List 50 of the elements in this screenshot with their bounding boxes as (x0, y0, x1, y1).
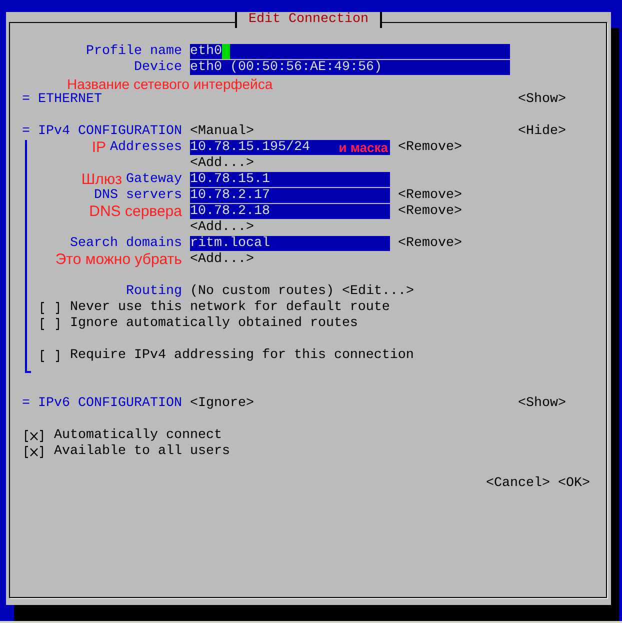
section-toggle-button[interactable]: <Show> (518, 92, 566, 108)
text-field[interactable]: ritm.local (190, 236, 390, 251)
checkbox[interactable] (25, 430, 43, 442)
text-field[interactable]: 10.78.2.18 (190, 204, 390, 219)
dialog-button[interactable]: <OK> (558, 476, 590, 492)
section-toggle-button[interactable]: <Hide> (518, 124, 566, 140)
mode-button[interactable]: <Ignore> (190, 396, 254, 412)
mode-button[interactable]: <Manual> (190, 124, 254, 140)
add-button[interactable]: <Add...> (190, 156, 254, 172)
field-label: Search domains (70, 236, 182, 252)
section-title: = ETHERNET (22, 92, 103, 108)
field-label: Device (134, 60, 182, 76)
add-button[interactable]: <Add...> (190, 252, 254, 268)
edit-button[interactable]: <Edit...> (342, 284, 414, 300)
text-field[interactable]: eth0 (190, 44, 510, 59)
field-label: Gateway (126, 172, 182, 188)
field-label: DNS servers (94, 188, 182, 204)
text-field[interactable]: 10.78.2.17 (190, 188, 390, 203)
annotation-text: и маска (338, 140, 389, 156)
remove-button[interactable]: <Remove> (398, 236, 462, 252)
field-label: Addresses (110, 140, 182, 156)
checkbox[interactable] (25, 446, 43, 458)
checkbox[interactable] (41, 350, 59, 362)
checkbox[interactable] (41, 318, 59, 330)
checkbox[interactable] (41, 302, 59, 314)
field-label: Profile name (86, 44, 182, 60)
annotation-text: IP (92, 140, 106, 156)
checkbox-label: Require IPv4 addressing for this connection (70, 348, 414, 364)
checkbox-label: Ignore automatically obtained routes (70, 316, 358, 332)
text-field[interactable]: 10.78.15.195/24 и маска (190, 140, 390, 155)
annotation-text: Это можно убрать (55, 252, 182, 268)
section-title: = IPv6 CONFIGURATION (22, 396, 183, 412)
remove-button[interactable]: <Remove> (398, 188, 462, 204)
section-toggle-button[interactable]: <Show> (518, 396, 566, 412)
annotation-text: Шлюз (81, 172, 122, 188)
text-field[interactable]: 10.78.15.1 (190, 172, 390, 187)
routes-summary: (No custom routes) (190, 284, 334, 300)
text-field[interactable]: eth0 (00:50:56:AE:49:56) (190, 60, 510, 75)
checkbox-label: Never use this network for default route (70, 300, 390, 316)
remove-button[interactable]: <Remove> (398, 140, 462, 156)
section-title: = IPv4 CONFIGURATION (22, 124, 183, 140)
dialog-button[interactable]: <Cancel> (486, 476, 550, 492)
dialog-title: Edit Connection (235, 12, 382, 28)
add-button[interactable]: <Add...> (190, 220, 254, 236)
checkbox-label: Automatically connect (54, 428, 222, 444)
checkbox-label: Available to all users (54, 444, 230, 460)
annotation-text: DNS сервера (89, 204, 182, 220)
remove-button[interactable]: <Remove> (398, 204, 462, 220)
annotation-text: Название сетевого интерфейса (67, 76, 273, 92)
field-label: Routing (126, 284, 182, 300)
